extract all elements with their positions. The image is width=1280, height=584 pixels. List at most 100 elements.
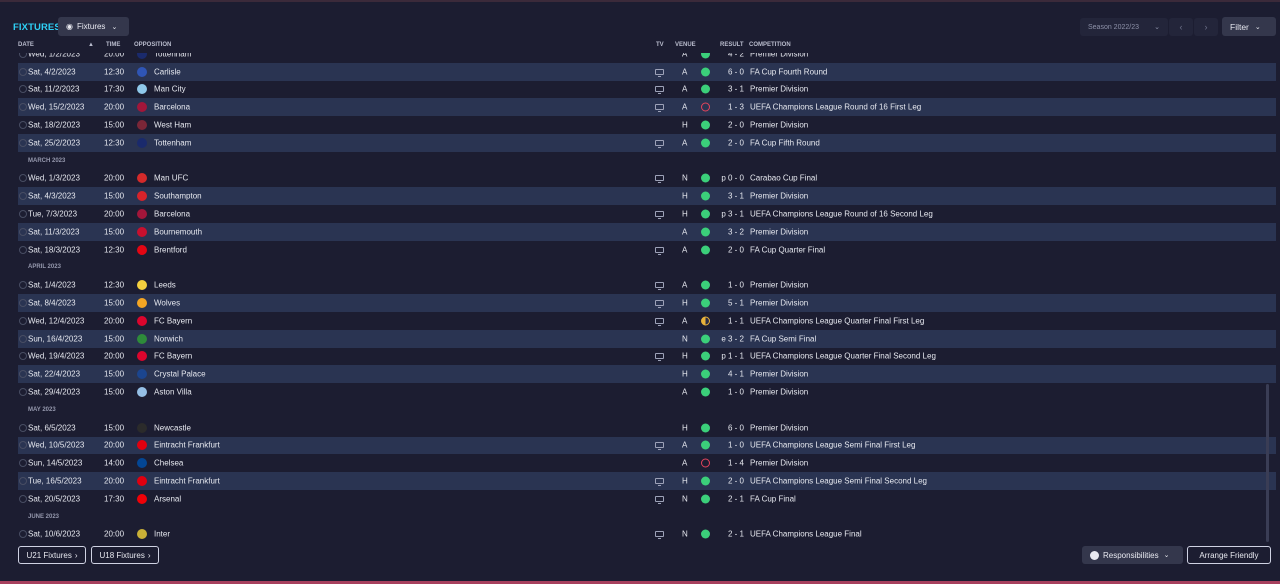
opposition-link[interactable]: Man City [154,85,186,94]
fixture-row[interactable]: Tue, 16/5/2023 20:00 Eintracht Frankfurt H 2… [18,472,1276,490]
fixture-competition[interactable]: Premier Division [750,423,808,432]
fixture-row[interactable]: Wed, 12/4/2023 20:00 FC Bayern A 1 - 1 UEFA C… [18,312,1276,330]
opposition-link[interactable]: Carlisle [154,67,181,76]
fixture-result[interactable]: 2 - 1 [718,530,744,539]
opposition-link[interactable]: Chelsea [154,459,183,468]
responsibilities-dropdown[interactable]: Responsibilities ⌄ [1082,546,1183,564]
fixture-competition[interactable]: UEFA Champions League Round of 16 First … [750,103,921,112]
fixture-result[interactable]: e 3 - 2 [718,334,744,343]
fixture-row[interactable]: Sat, 4/3/2023 15:00 Southampton H 3 - 1 Premi… [18,187,1276,206]
fixture-row[interactable]: Wed, 1/3/2023 20:00 Man UFC Np 0 - 0 Carabao… [18,170,1276,188]
fixture-competition[interactable]: UEFA Champions League Semi Final Second … [750,477,927,486]
fixture-result[interactable]: 4 - 1 [718,370,744,379]
fixture-result[interactable]: 2 - 1 [718,494,744,503]
fixture-competition[interactable]: Premier Division [750,299,808,308]
fixture-row[interactable]: Sat, 20/5/2023 17:30 Arsenal N 2 - 1 FA Cup F… [18,490,1276,508]
opposition-link[interactable]: Leeds [154,281,176,290]
column-header-date[interactable]: DATE [18,42,34,48]
fixture-competition[interactable]: Premier Division [750,121,808,130]
fixture-row[interactable]: Sat, 8/4/2023 15:00 Wolves H 5 - 1 Premier Di… [18,294,1276,312]
fixture-competition[interactable]: FA Cup Final [750,494,796,503]
view-dropdown[interactable]: ◉ Fixtures ⌄ [58,17,129,36]
row-select-radio[interactable] [19,85,27,94]
fixture-row[interactable]: Sat, 1/4/2023 12:30 Leeds A 1 - 0 Premier Div… [18,276,1276,294]
season-dropdown[interactable]: Season 2022/23 ⌄ [1080,18,1168,36]
u21-fixtures-button[interactable]: U21 Fixtures › [18,546,86,564]
fixture-result[interactable]: 3 - 2 [718,227,744,236]
opposition-link[interactable]: Man UFC [154,174,188,183]
fixture-row[interactable]: Sat, 10/6/2023 20:00 Inter N 2 - 1 UEFA Champ… [18,526,1276,544]
opposition-link[interactable]: Tottenham [154,138,191,147]
opposition-link[interactable]: Crystal Palace [154,370,206,379]
fixture-result[interactable]: 5 - 1 [718,299,744,308]
fixture-competition[interactable]: Premier Division [750,227,808,236]
opposition-link[interactable]: Aston Villa [154,388,192,397]
fixture-competition[interactable]: Premier Division [750,192,808,201]
fixture-row[interactable]: Sat, 11/2/2023 17:30 Man City A 3 - 1 Premier… [18,81,1276,99]
row-select-radio[interactable] [19,423,27,432]
scrollbar[interactable] [1266,384,1269,542]
fixture-competition[interactable]: Premier Division [750,459,808,468]
fixture-result[interactable]: 2 - 0 [718,121,744,130]
fixture-result[interactable]: 2 - 0 [718,477,744,486]
fixture-row[interactable]: Sun, 16/4/2023 15:00 Norwich Ne 3 - 2 FA Cup… [18,329,1276,348]
fixture-row[interactable]: Sat, 6/5/2023 15:00 Newcastle H 6 - 0 Premier… [18,419,1276,437]
fixture-row[interactable]: Wed, 19/4/2023 20:00 FC Bayern Hp 1 - 1 UEFA… [18,348,1276,366]
opposition-link[interactable]: Barcelona [154,103,190,112]
fixture-row[interactable]: Sun, 14/5/2023 14:00 Chelsea A 1 - 4 Premier … [18,454,1276,472]
fixture-row[interactable]: Tue, 7/3/2023 20:00 Barcelona Hp 3 - 1 UEFA … [18,205,1276,223]
row-select-radio[interactable] [19,388,27,397]
fixture-result[interactable]: 6 - 0 [718,67,744,76]
row-select-radio[interactable] [19,174,27,183]
fixture-row[interactable]: Sat, 25/2/2023 12:30 Tottenham A 2 - 0 FA Cup… [18,133,1276,152]
fixture-result[interactable]: 1 - 0 [718,388,744,397]
row-select-radio[interactable] [19,103,27,112]
row-select-radio[interactable] [19,121,27,130]
opposition-link[interactable]: FC Bayern [154,352,192,361]
fixture-row[interactable]: Sat, 29/4/2023 15:00 Aston Villa A 1 - 0 Prem… [18,383,1276,401]
previous-season-button[interactable]: ‹ [1169,18,1193,36]
row-select-radio[interactable] [19,281,27,290]
row-select-radio[interactable] [19,192,27,201]
row-select-radio[interactable] [19,316,27,325]
fixture-row[interactable]: Wed, 10/5/2023 20:00 Eintracht Frankfurt A 1… [18,436,1276,455]
fixture-result[interactable]: 1 - 4 [718,459,744,468]
row-select-radio[interactable] [19,530,27,539]
fixture-result[interactable]: 1 - 0 [718,441,744,450]
fixture-result[interactable]: p 0 - 0 [718,174,744,183]
fixture-competition[interactable]: UEFA Champions League Quarter Final Firs… [750,316,924,325]
fixture-result[interactable]: 2 - 0 [718,245,744,254]
u18-fixtures-button[interactable]: U18 Fixtures › [91,546,159,564]
fixture-result[interactable]: p 3 - 1 [718,210,744,219]
column-header-tv[interactable]: TV [656,42,664,48]
opposition-link[interactable]: West Ham [154,121,191,130]
row-select-radio[interactable] [19,352,27,361]
opposition-link[interactable]: Eintracht Frankfurt [154,441,220,450]
column-header-opposition[interactable]: OPPOSITION [134,42,171,48]
opposition-link[interactable]: Norwich [154,334,183,343]
fixture-result[interactable]: 1 - 3 [718,103,744,112]
fixture-competition[interactable]: UEFA Champions League Final [750,530,862,539]
opposition-link[interactable]: Barcelona [154,210,190,219]
row-select-radio[interactable] [19,245,27,254]
fixture-competition[interactable]: Premier Division [750,53,808,58]
row-select-radio[interactable] [19,459,27,468]
fixture-row[interactable]: Sat, 18/2/2023 15:00 West Ham H 2 - 0 Premier… [18,116,1276,134]
fixture-competition[interactable]: Premier Division [750,85,808,94]
row-select-radio[interactable] [19,334,27,343]
opposition-link[interactable]: Inter [154,530,170,539]
fixture-competition[interactable]: UEFA Champions League Quarter Final Seco… [750,352,936,361]
fixture-competition[interactable]: Premier Division [750,281,808,290]
arrange-friendly-button[interactable]: Arrange Friendly [1187,546,1271,564]
fixture-row[interactable]: Wed, 15/2/2023 20:00 Barcelona A 1 - 3 UEFA C… [18,98,1276,117]
fixture-competition[interactable]: FA Cup Quarter Final [750,245,825,254]
row-select-radio[interactable] [19,441,27,450]
opposition-link[interactable]: Newcastle [154,423,191,432]
opposition-link[interactable]: Brentford [154,245,187,254]
next-season-button[interactable]: › [1194,18,1218,36]
fixture-result[interactable]: 2 - 0 [718,138,744,147]
row-select-radio[interactable] [19,53,27,58]
column-header-time[interactable]: TIME [106,42,120,48]
row-select-radio[interactable] [19,67,27,76]
column-header-competition[interactable]: COMPETITION [749,42,791,48]
